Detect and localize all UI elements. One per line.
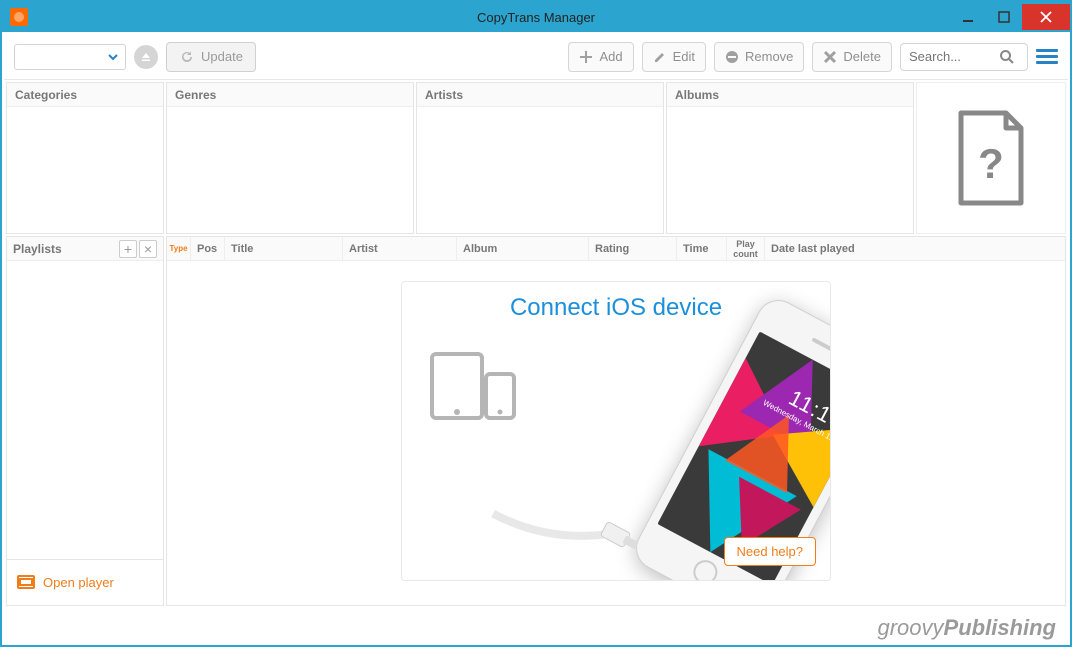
delete-label: Delete: [843, 49, 881, 64]
eject-button[interactable]: [134, 45, 158, 69]
pencil-icon: [653, 50, 667, 64]
window-title: CopyTrans Manager: [477, 10, 595, 25]
player-icon: [17, 575, 35, 591]
lightning-cable-icon: [491, 447, 670, 581]
edit-label: Edit: [673, 49, 695, 64]
search-icon: [999, 49, 1015, 65]
open-player-label: Open player: [43, 575, 114, 590]
search-box[interactable]: [900, 43, 1028, 71]
column-artist[interactable]: Artist: [343, 237, 457, 260]
column-time[interactable]: Time: [677, 237, 727, 260]
need-help-button[interactable]: Need help?: [724, 537, 817, 566]
edit-button[interactable]: Edit: [642, 42, 706, 72]
svg-text:?: ?: [978, 140, 1004, 187]
add-button[interactable]: Add: [568, 42, 633, 72]
add-label: Add: [599, 49, 622, 64]
column-date-last-played[interactable]: Date last played: [765, 237, 1065, 260]
genres-header: Genres: [167, 83, 413, 107]
device-dropdown[interactable]: [14, 44, 126, 70]
minimize-button[interactable]: [950, 4, 986, 30]
categories-panel: Categories: [6, 82, 164, 234]
eject-icon: [140, 51, 152, 63]
menu-button[interactable]: [1036, 46, 1058, 67]
connect-device-card: Connect iOS device 11: [401, 281, 831, 581]
chevron-down-icon: [107, 51, 119, 63]
update-button[interactable]: Update: [166, 42, 256, 72]
title-bar: CopyTrans Manager: [2, 2, 1070, 32]
plus-icon: [579, 50, 593, 64]
refresh-icon: [179, 49, 195, 65]
playlist-add-button[interactable]: +: [119, 240, 137, 258]
genres-panel: Genres: [166, 82, 414, 234]
column-rating[interactable]: Rating: [589, 237, 677, 260]
devices-icon: [430, 352, 520, 422]
column-pos[interactable]: Pos: [191, 237, 225, 260]
remove-label: Remove: [745, 49, 793, 64]
categories-header: Categories: [7, 83, 163, 107]
column-title[interactable]: Title: [225, 237, 343, 260]
column-type[interactable]: Type: [167, 237, 191, 260]
playlists-label: Playlists: [13, 242, 62, 256]
app-icon: [10, 8, 28, 26]
maximize-button[interactable]: [986, 4, 1022, 30]
remove-button[interactable]: Remove: [714, 42, 804, 72]
artists-header: Artists: [417, 83, 663, 107]
playlist-remove-button[interactable]: ×: [139, 240, 157, 258]
delete-button[interactable]: Delete: [812, 42, 892, 72]
update-label: Update: [201, 49, 243, 64]
watermark: groovyPublishing: [878, 615, 1057, 641]
column-play-count[interactable]: Play count: [727, 237, 765, 260]
close-button[interactable]: [1022, 4, 1070, 30]
albums-header: Albums: [667, 83, 913, 107]
playlists-panel: Playlists + ×: [6, 236, 164, 560]
albums-panel: Albums: [666, 82, 914, 234]
table-header: Type Pos Title Artist Album Rating Time …: [167, 237, 1065, 261]
toolbar: Update Add Edit Remove Delete: [4, 34, 1068, 80]
x-icon: [823, 50, 837, 64]
column-album[interactable]: Album: [457, 237, 589, 260]
open-player-button[interactable]: Open player: [6, 560, 164, 606]
artists-panel: Artists: [416, 82, 664, 234]
search-input[interactable]: [909, 49, 999, 64]
main-area: Type Pos Title Artist Album Rating Time …: [166, 236, 1066, 606]
unknown-file-icon: ?: [951, 108, 1031, 208]
unknown-file-panel: ?: [916, 82, 1066, 234]
minus-circle-icon: [725, 50, 739, 64]
